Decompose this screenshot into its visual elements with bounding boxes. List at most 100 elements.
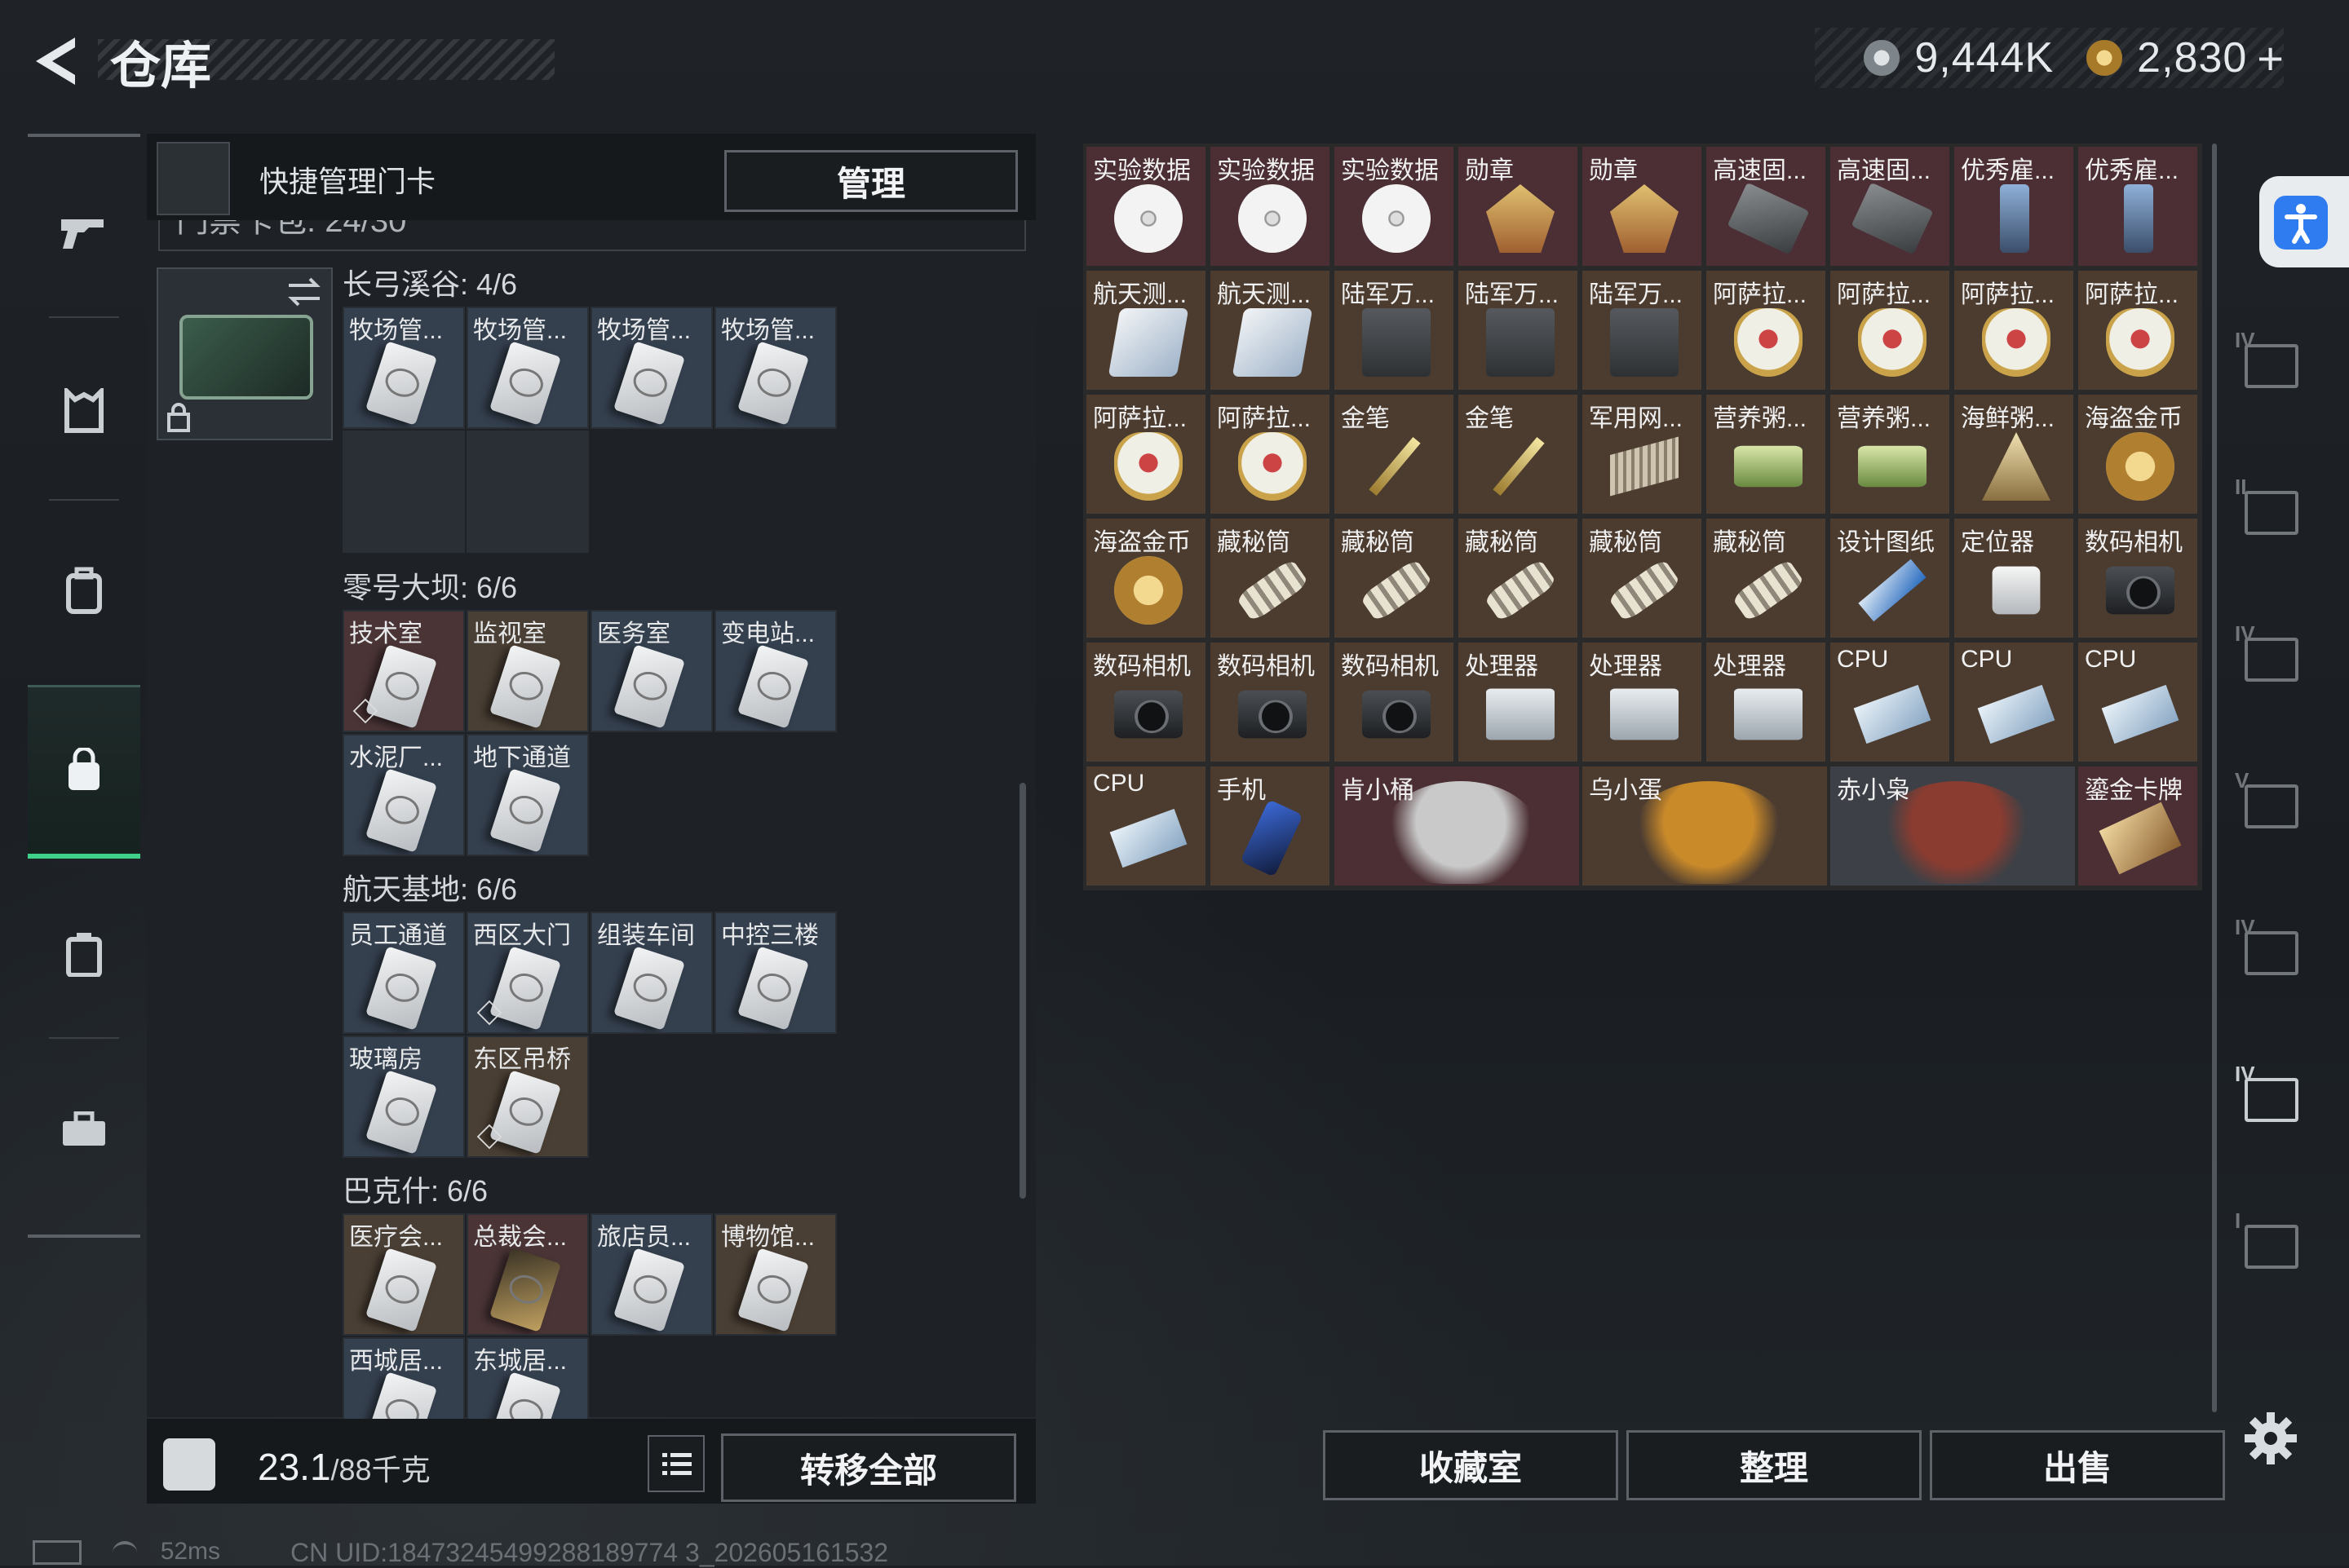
keycard-slot[interactable]: 牧场管...: [343, 307, 465, 429]
keycard-slot[interactable]: 西区大门: [467, 912, 589, 1034]
stash-item[interactable]: 阿萨拉...: [1085, 393, 1207, 515]
keycard-slot[interactable]: 组装车间: [591, 912, 713, 1034]
nav-armor[interactable]: [28, 346, 140, 476]
settings-gear-icon[interactable]: [2241, 1409, 2300, 1468]
stash-item[interactable]: 陆军万...: [1581, 269, 1703, 391]
nav-weapons[interactable]: [28, 166, 140, 297]
keycard-slot[interactable]: 东区吊桥: [467, 1036, 589, 1158]
stash-item[interactable]: 金笔: [1333, 393, 1455, 515]
keycard-slot[interactable]: 变电站...: [714, 610, 837, 732]
stash-item[interactable]: 处理器: [1581, 641, 1703, 763]
stash-item[interactable]: 陆军万...: [1333, 269, 1455, 391]
stash-item[interactable]: 航天测...: [1085, 269, 1207, 391]
keycard-slot[interactable]: 水泥厂...: [343, 734, 465, 856]
storage-tab-4-plus[interactable]: IV: [2235, 621, 2302, 682]
keycard-slot[interactable]: 监视室: [467, 610, 589, 732]
manage-button[interactable]: 管理: [724, 150, 1018, 212]
keycard-scrollbar[interactable]: [1020, 783, 1026, 1199]
stash-item[interactable]: 数码相机: [1085, 641, 1207, 763]
storage-tab-4b[interactable]: IV: [2235, 915, 2302, 975]
keycard-slot[interactable]: 总裁会...: [467, 1213, 589, 1336]
nav-case[interactable]: [28, 889, 140, 1019]
stash-item[interactable]: 优秀雇...: [1953, 145, 2075, 267]
list-view-button[interactable]: [648, 1435, 705, 1492]
stash-item[interactable]: 设计图纸: [1829, 517, 1951, 639]
stash-collectible-figure[interactable]: 赤小枭: [1829, 765, 2077, 887]
keycard-slot[interactable]: 地下通道: [467, 734, 589, 856]
stash-item[interactable]: 藏秘筒: [1581, 517, 1703, 639]
stash-item[interactable]: 阿萨拉...: [1829, 269, 1951, 391]
stash-item[interactable]: 海盗金币: [1085, 517, 1207, 639]
keycard-holder-slot[interactable]: [157, 267, 333, 440]
stash-item[interactable]: 手机: [1209, 765, 1331, 887]
stash-item[interactable]: 处理器: [1457, 641, 1579, 763]
keycard-slot[interactable]: 牧场管...: [714, 307, 837, 429]
sell-button[interactable]: 出售: [1930, 1430, 2225, 1500]
stash-item[interactable]: CPU: [2077, 641, 2199, 763]
stash-item[interactable]: CPU: [1829, 641, 1951, 763]
stash-item[interactable]: 高速固...: [1829, 145, 1951, 267]
stash-item[interactable]: 定位器: [1953, 517, 2075, 639]
stash-item[interactable]: 优秀雇...: [2077, 145, 2199, 267]
stash-item[interactable]: 海鲜粥...: [1953, 393, 2075, 515]
stash-collectible-figure[interactable]: 肯小桶: [1333, 765, 1581, 887]
keycard-slot[interactable]: 牧场管...: [591, 307, 713, 429]
accessibility-button[interactable]: [2259, 176, 2349, 267]
stash-item[interactable]: 数码相机: [1333, 641, 1455, 763]
stash-item[interactable]: 实验数据: [1085, 145, 1207, 267]
keycard-slot[interactable]: 医疗会...: [343, 1213, 465, 1336]
stash-item[interactable]: 处理器: [1705, 641, 1827, 763]
organize-button[interactable]: 整理: [1626, 1430, 1922, 1500]
storage-tab-5[interactable]: V: [2235, 768, 2302, 828]
transfer-all-button[interactable]: 转移全部: [721, 1433, 1016, 1502]
stash-item[interactable]: 陆军万...: [1457, 269, 1579, 391]
keycard-slot[interactable]: 玻璃房: [343, 1036, 465, 1158]
storage-tab-1[interactable]: I: [2235, 1208, 2302, 1269]
stash-item[interactable]: 营养粥...: [1705, 393, 1827, 515]
nav-briefcase[interactable]: [28, 1065, 140, 1195]
stash-collectible-figure[interactable]: 乌小蛋: [1581, 765, 1829, 887]
stash-item[interactable]: 阿萨拉...: [1209, 393, 1331, 515]
nav-backpack[interactable]: [28, 525, 140, 656]
stash-item[interactable]: 阿萨拉...: [2077, 269, 2199, 391]
stash-scrollbar[interactable]: [2212, 144, 2217, 1412]
stash-item[interactable]: 阿萨拉...: [1705, 269, 1827, 391]
collection-room-button[interactable]: 收藏室: [1323, 1430, 1618, 1500]
stash-item[interactable]: 军用网...: [1581, 393, 1703, 515]
stash-item[interactable]: 藏秘筒: [1333, 517, 1455, 639]
keycard-slot[interactable]: 中控三楼: [714, 912, 837, 1034]
storage-tab-4-selected[interactable]: IV: [2235, 1062, 2302, 1122]
add-currency-button[interactable]: +: [2257, 32, 2284, 85]
stash-item[interactable]: 勋章: [1581, 145, 1703, 267]
stash-item[interactable]: 金笔: [1457, 393, 1579, 515]
stash-item[interactable]: 数码相机: [2077, 517, 2199, 639]
keycard-slot[interactable]: 员工通道: [343, 912, 465, 1034]
stash-item[interactable]: CPU: [1953, 641, 2075, 763]
back-arrow-icon[interactable]: [28, 33, 85, 90]
stash-item[interactable]: 藏秘筒: [1209, 517, 1331, 639]
storage-tab-2[interactable]: II: [2235, 475, 2302, 535]
stash-item[interactable]: CPU: [1085, 765, 1207, 887]
swap-icon[interactable]: [285, 276, 323, 308]
stash-item[interactable]: 实验数据: [1209, 145, 1331, 267]
keycard-slot[interactable]: 牧场管...: [467, 307, 589, 429]
stash-item[interactable]: 海盗金币: [2077, 393, 2199, 515]
keycard-slot[interactable]: 旅店员...: [591, 1213, 713, 1336]
stash-item[interactable]: 高速固...: [1705, 145, 1827, 267]
empty-keycard-slot[interactable]: [343, 431, 465, 553]
keycard-slot[interactable]: 技术室: [343, 610, 465, 732]
stash-item[interactable]: 鎏金卡牌: [2077, 765, 2199, 887]
stash-item[interactable]: 阿萨拉...: [1953, 269, 2075, 391]
empty-keycard-slot[interactable]: [467, 431, 589, 553]
keycard-slot[interactable]: 博物馆...: [714, 1213, 837, 1336]
storage-tab-4a[interactable]: IV: [2235, 328, 2302, 388]
stash-item[interactable]: 藏秘筒: [1705, 517, 1827, 639]
stash-item[interactable]: 藏秘筒: [1457, 517, 1579, 639]
keycard-slot[interactable]: 医务室: [591, 610, 713, 732]
stash-item[interactable]: 营养粥...: [1829, 393, 1951, 515]
stash-item[interactable]: 数码相机: [1209, 641, 1331, 763]
nav-keycard-pack[interactable]: [28, 685, 140, 859]
stash-item[interactable]: 勋章: [1457, 145, 1579, 267]
stash-item[interactable]: 实验数据: [1333, 145, 1455, 267]
stash-item[interactable]: 航天测...: [1209, 269, 1331, 391]
